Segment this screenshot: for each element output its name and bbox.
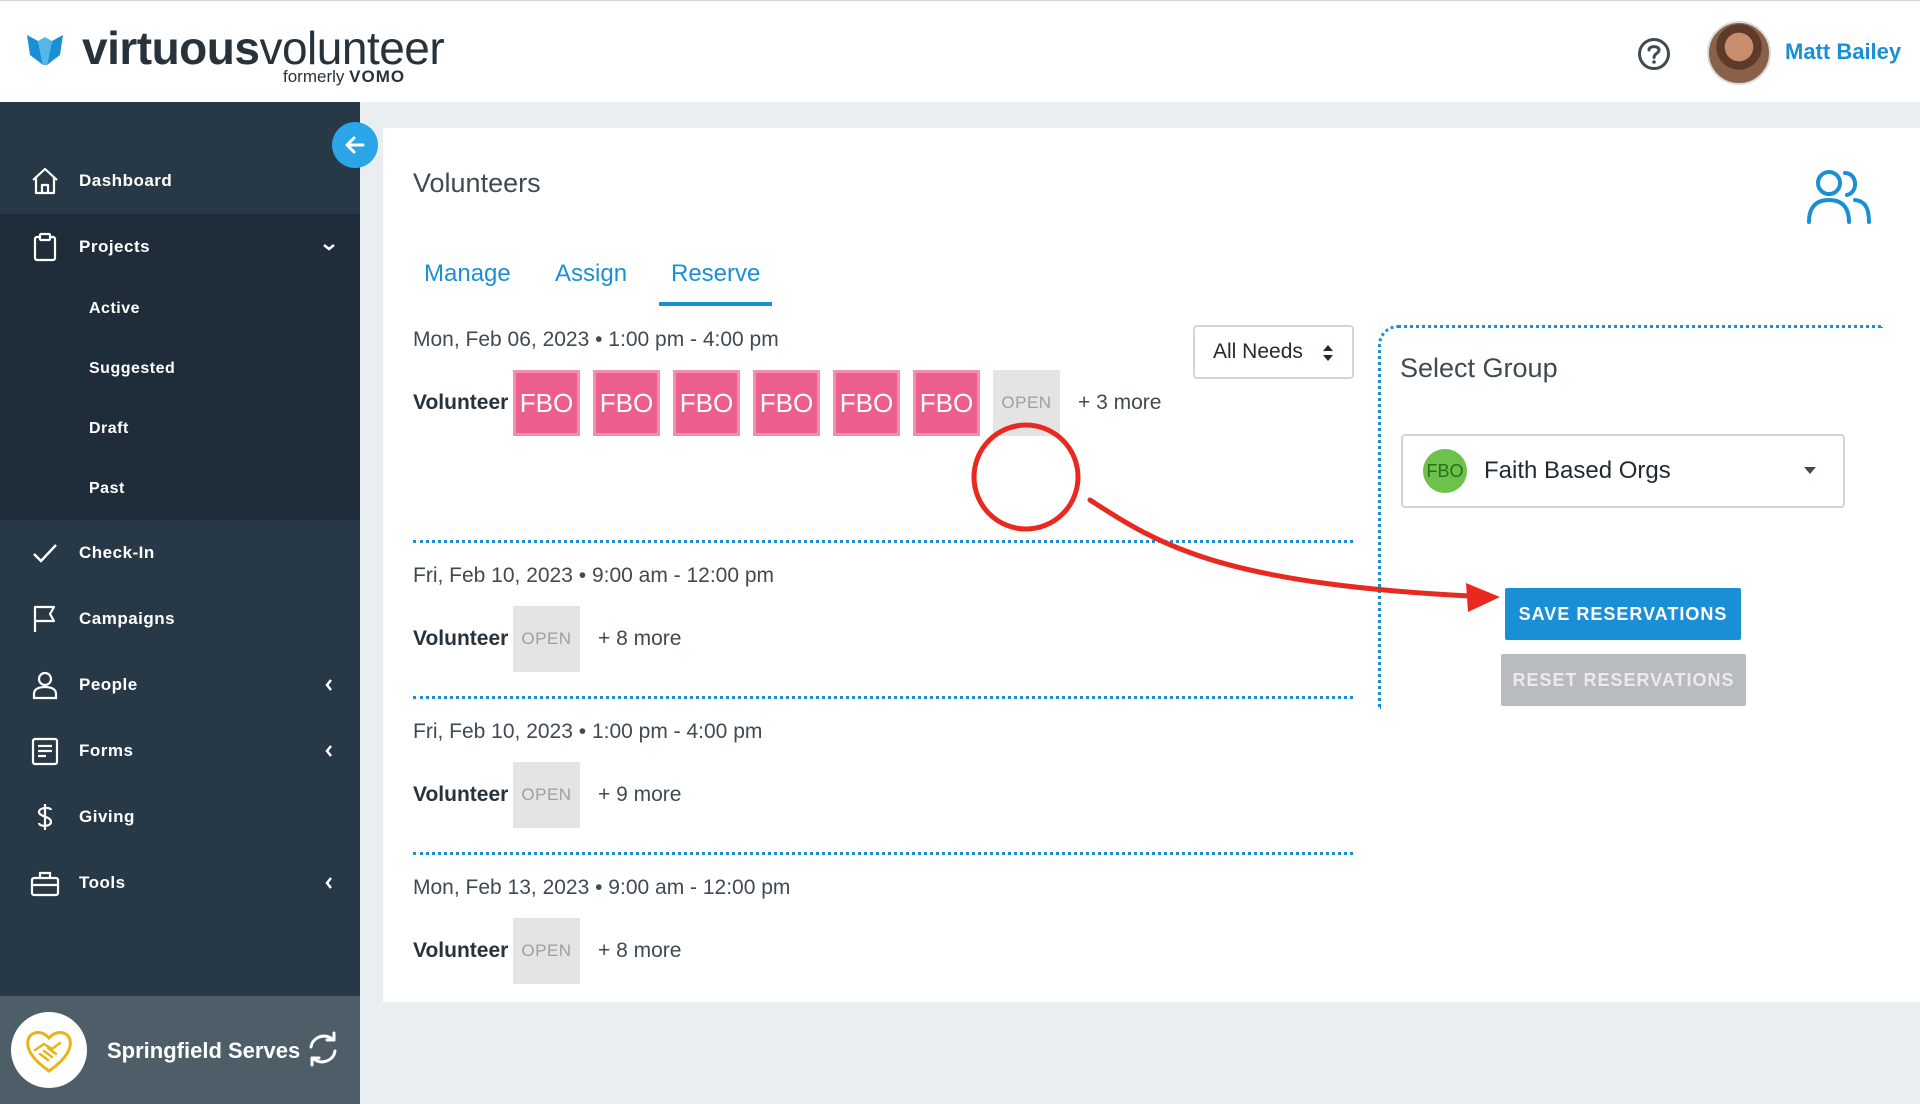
shift-date: Fri, Feb 10, 2023 • 9:00 am - 12:00 pm [413, 564, 775, 587]
top-header: virtuousvolunteer formerly VOMO Matt Bai… [0, 0, 1920, 102]
toolbox-icon [30, 871, 60, 897]
chevron-down-icon [323, 244, 335, 251]
shift-slot: Fri, Feb 10, 2023 • 1:00 pm - 4:00 pm Vo… [413, 720, 1353, 840]
form-icon [31, 737, 59, 766]
brand-name-bold: virtuous [82, 22, 260, 74]
more-slots-link[interactable]: + 3 more [1078, 391, 1161, 415]
open-slot-chip[interactable]: OPEN [513, 606, 580, 672]
shift-row: Volunteer OPEN + 8 more [413, 606, 681, 672]
open-slot-chip[interactable]: OPEN [993, 370, 1060, 436]
tab-assign[interactable]: Assign [555, 260, 627, 302]
sidebar-item-campaigns[interactable]: Campaigns [0, 586, 360, 652]
open-slot-chip[interactable]: OPEN [513, 762, 580, 828]
brand-formerly: formerly VOMO [283, 67, 405, 87]
more-slots-link[interactable]: + 8 more [598, 627, 681, 651]
sidebar-subitem-suggested[interactable]: Suggested [89, 360, 175, 378]
reservation-chip[interactable]: FBO [753, 370, 820, 436]
role-label: Volunteer [413, 783, 509, 806]
sidebar-item-label: Giving [79, 807, 135, 826]
sidebar-item-tools[interactable]: Tools [0, 850, 360, 916]
reservation-chip[interactable]: FBO [913, 370, 980, 436]
people-icon [1807, 170, 1871, 224]
slot-divider [413, 696, 1353, 699]
save-reservations-button[interactable]: SAVE RESERVATIONS [1505, 588, 1741, 640]
reservation-chip[interactable]: FBO [593, 370, 660, 436]
group-panel-title: Select Group [1400, 353, 1558, 383]
more-slots-link[interactable]: + 9 more [598, 783, 681, 807]
sidebar-item-forms[interactable]: Forms [0, 718, 360, 784]
formerly-brand: VOMO [349, 67, 406, 86]
group-select-dropdown[interactable]: FBO Faith Based Orgs [1401, 434, 1845, 508]
chevron-left-icon [325, 679, 332, 691]
shift-date: Fri, Feb 10, 2023 • 1:00 pm - 4:00 pm [413, 720, 763, 743]
sidebar-item-projects[interactable]: Projects [0, 214, 360, 280]
collapse-sidebar-button[interactable] [332, 122, 378, 168]
open-slot-chip[interactable]: OPEN [513, 918, 580, 984]
role-label: Volunteer [413, 627, 509, 650]
dollar-icon [37, 804, 53, 830]
shift-slot: Mon, Feb 13, 2023 • 9:00 am - 12:00 pm V… [413, 876, 1353, 996]
sidebar-item-label: Projects [79, 237, 151, 256]
arrow-left-icon [345, 136, 365, 154]
group-name: Faith Based Orgs [1484, 457, 1671, 484]
check-icon [33, 544, 57, 563]
organization-logo[interactable] [11, 1012, 87, 1088]
reset-reservations-button[interactable]: RESET RESERVATIONS [1501, 654, 1746, 706]
organization-switcher: Springfield Serves [0, 996, 360, 1104]
user-avatar[interactable] [1707, 21, 1771, 85]
virtuous-logo-icon[interactable] [26, 29, 64, 67]
sidebar-item-label: Dashboard [79, 171, 173, 190]
shift-slot: Fri, Feb 10, 2023 • 9:00 am - 12:00 pm V… [413, 564, 1353, 684]
reservation-chip[interactable]: FBO [513, 370, 580, 436]
sidebar-item-label: Tools [79, 873, 126, 892]
shift-date: Mon, Feb 13, 2023 • 9:00 am - 12:00 pm [413, 876, 791, 899]
role-label: Volunteer [413, 939, 509, 962]
sidebar-item-giving[interactable]: Giving [0, 784, 360, 850]
shift-row: Volunteer OPEN + 9 more [413, 762, 681, 828]
shift-row: Volunteer OPEN + 8 more [413, 918, 681, 984]
tab-manage[interactable]: Manage [424, 260, 511, 302]
sidebar: Dashboard Projects Active Suggested Draf… [0, 102, 360, 1104]
sidebar-item-people[interactable]: People [0, 652, 360, 718]
handshake-heart-icon [26, 1031, 72, 1073]
group-badge: FBO [1423, 449, 1467, 493]
sync-icon[interactable] [303, 1029, 343, 1069]
sidebar-item-check-in[interactable]: Check-In [0, 520, 360, 586]
tab-reserve[interactable]: Reserve [659, 260, 773, 306]
question-circle-icon[interactable] [1637, 37, 1671, 71]
reservation-chip[interactable]: FBO [673, 370, 740, 436]
shift-slot: Mon, Feb 06, 2023 • 1:00 pm - 4:00 pm Vo… [413, 328, 1353, 448]
sidebar-item-label: People [79, 675, 138, 694]
person-icon [32, 671, 58, 700]
formerly-label: formerly [283, 67, 345, 86]
sidebar-subitem-active[interactable]: Active [89, 300, 140, 318]
sidebar-subitem-past[interactable]: Past [89, 480, 125, 498]
flag-icon [33, 605, 56, 632]
home-icon [32, 167, 58, 195]
reservation-chip[interactable]: FBO [833, 370, 900, 436]
sidebar-item-label: Campaigns [79, 609, 176, 628]
shift-date: Mon, Feb 06, 2023 • 1:00 pm - 4:00 pm [413, 328, 779, 351]
sidebar-item-label: Check-In [79, 543, 155, 562]
slot-divider [413, 852, 1353, 855]
caret-down-icon [1804, 467, 1816, 474]
chevron-left-icon [325, 745, 332, 757]
more-slots-link[interactable]: + 8 more [598, 939, 681, 963]
slot-divider [413, 540, 1353, 543]
shift-row: Volunteer FBO FBO FBO FBO FBO FBO OPEN +… [413, 370, 1161, 436]
sidebar-item-dashboard[interactable]: Dashboard [0, 148, 360, 214]
user-name[interactable]: Matt Bailey [1785, 39, 1901, 65]
organization-name: Springfield Serves [107, 1038, 301, 1063]
clipboard-icon [33, 232, 57, 262]
chevron-left-icon [325, 877, 332, 889]
page-title: Volunteers [413, 168, 541, 198]
role-label: Volunteer [413, 391, 509, 414]
sidebar-item-label: Forms [79, 741, 134, 760]
volunteers-panel: Volunteers Manage Assign Reserve All Nee… [383, 128, 1920, 1002]
sidebar-subitem-draft[interactable]: Draft [89, 420, 129, 438]
